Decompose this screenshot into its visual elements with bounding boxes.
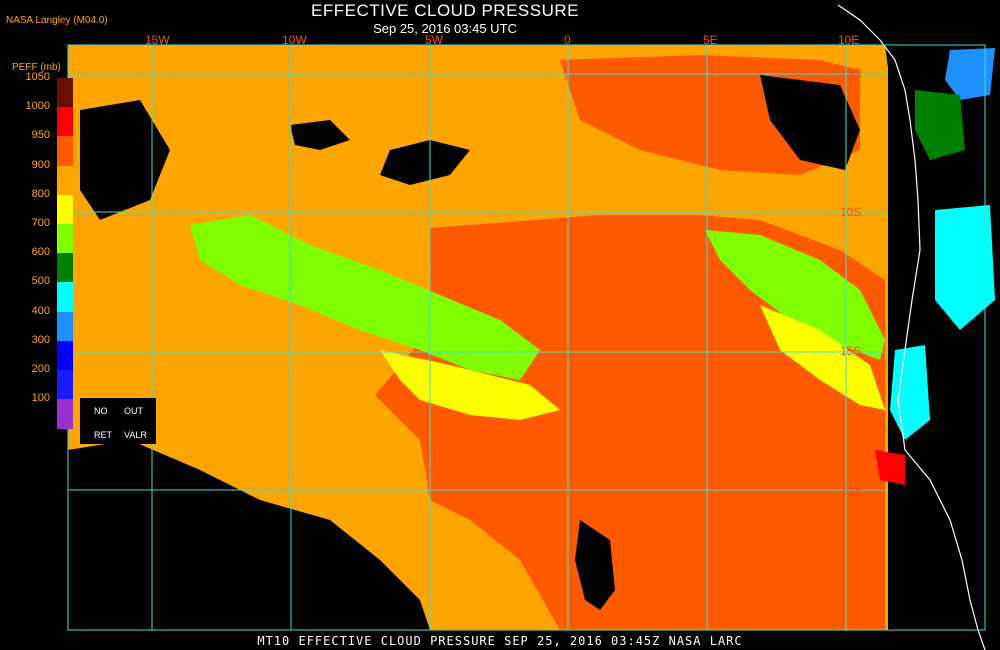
legend-ret: RET <box>94 430 112 440</box>
colorbar-swatch <box>57 78 73 108</box>
colorbar-tick-label: 950 <box>31 129 50 142</box>
lon-label-5w: 5W <box>425 33 443 47</box>
colorbar-tick-label: 400 <box>31 304 50 317</box>
colorbar-tick-label: 1000 <box>25 100 50 113</box>
colorbar-tick-label: 300 <box>31 333 50 346</box>
producer-credit: NASA Langley (M04.0) <box>6 15 108 26</box>
lon-label-5e: 5E <box>703 33 718 47</box>
colorbar-tick-label: 500 <box>31 275 50 288</box>
lon-label-10e: 10E <box>838 33 860 47</box>
colorbar-swatch <box>57 136 73 167</box>
colorbar-swatch <box>57 399 73 429</box>
map-title: EFFECTIVE CLOUD PRESSURE <box>311 1 579 20</box>
lon-label-15w: 15W <box>145 33 170 47</box>
colorbar-swatch <box>57 194 73 225</box>
lat-label-20s: 20S <box>840 483 862 497</box>
colorbar-tick-label: 900 <box>31 158 50 171</box>
colorbar-tick-label: 200 <box>31 363 50 375</box>
colorbar-swatch <box>57 340 73 371</box>
colorbar-swatch <box>57 282 73 313</box>
lat-label-15s: 15S <box>840 344 862 358</box>
satellite-image-view: EFFECTIVE CLOUD PRESSURE Sep 25, 2016 03… <box>0 0 1000 650</box>
colorbar-tick-label: 1050 <box>25 71 50 83</box>
lon-label-10w: 10W <box>282 33 307 47</box>
colorbar-swatch <box>57 107 73 137</box>
map-timestamp: Sep 25, 2016 03:45 UTC <box>373 21 517 36</box>
lat-label-10s: 10S <box>840 205 862 219</box>
colorbar-tick-label: 700 <box>31 217 50 229</box>
legend-no: NO <box>94 406 108 416</box>
colorbar-swatch <box>57 224 73 254</box>
legend-valr: VALR <box>124 430 147 440</box>
colorbar-tick-label: 600 <box>31 246 50 259</box>
colorbar-swatch <box>57 165 73 196</box>
colorbar-tick-label: 800 <box>31 187 50 200</box>
colorbar-swatch <box>57 253 73 283</box>
lat-label-5s: 5S <box>847 66 862 80</box>
colorbar-tick-label: 100 <box>31 392 50 405</box>
colorbar-legend-box: NO OUT RET VALR <box>80 398 156 444</box>
colorbar-swatch <box>57 370 73 400</box>
footer-caption: MT10 EFFECTIVE CLOUD PRESSURE SEP 25, 20… <box>257 634 743 648</box>
colorbar-swatch <box>57 311 73 342</box>
cloud-pressure-map <box>67 4 1000 650</box>
legend-out: OUT <box>124 406 143 416</box>
lon-label-0: 0 <box>564 33 571 47</box>
